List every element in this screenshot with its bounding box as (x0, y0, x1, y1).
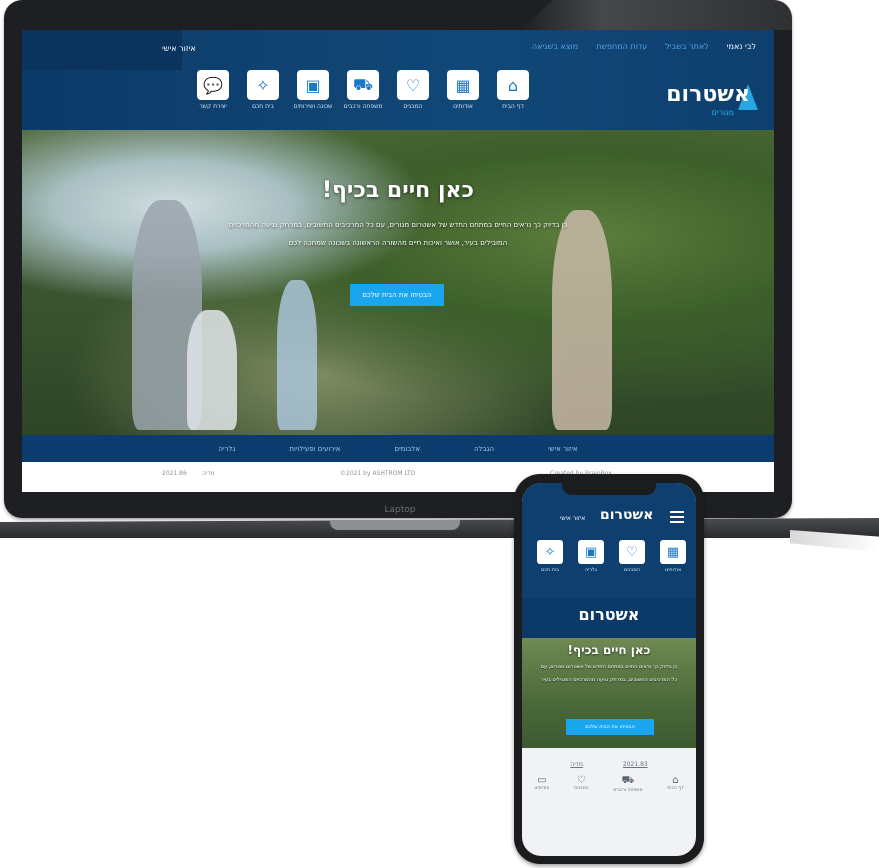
monitor-icon: ▭ (537, 775, 547, 786)
car-icon: ⛟ (621, 775, 635, 786)
hero-cta-button[interactable]: הבטיחו את הבית שלכם (350, 284, 444, 306)
category-label: יצירת קשר (199, 103, 227, 110)
category-icons: ⌂ דף הבית ▦ אודותינו ♡ המבנים ⛟ משפחה ורכבים… (197, 70, 529, 112)
category-neighborhood[interactable]: ▣ שכונה ושירותים (294, 70, 332, 112)
top-nav-item[interactable]: לבי נאמי (727, 42, 756, 58)
login-link[interactable]: איזור אישי (162, 44, 196, 53)
newspaper-icon: ▦ (447, 70, 479, 100)
footer-link[interactable]: 2021.86 (162, 470, 187, 477)
hero-title: כאן חיים בכיף! (322, 178, 474, 203)
top-nav: לבי נאמי לאתר בשביל עדות המחפשת מוצא בשג… (532, 42, 756, 58)
phone-category-icons: ▦ אודותינו ♡ המבנים ▣ גלריה ✧ בית חכם (536, 540, 687, 573)
phone-hero-text: כן בדיוק כך נראים החיים במתחם החדש של אש… (540, 664, 678, 683)
phone-category-gallery[interactable]: ▣ גלריה (577, 540, 605, 573)
category-family[interactable]: ⛟ משפחה ורכבים (344, 70, 382, 112)
hero-text: כן בדיוק כך נראים החיים במתחם החדש של אש… (228, 221, 568, 247)
hero-person (187, 310, 237, 430)
phone-tab-family[interactable]: ⛟ משפחה ורכבים (613, 775, 642, 803)
phone-links: מדיה 2021.83 (522, 761, 696, 768)
heart-icon: ♡ (397, 70, 429, 100)
category-label: המבנים (403, 103, 423, 110)
category-buildings[interactable]: ♡ המבנים (397, 70, 429, 112)
top-nav-item[interactable]: לאתר בשביל (665, 42, 708, 58)
laptop-hinge (330, 520, 460, 530)
tab-label: אודותינו (534, 786, 550, 791)
category-label: אודותינו (453, 103, 473, 110)
building-icon: ▣ (578, 540, 604, 564)
phone-hero-title: כאן חיים בכיף! (567, 643, 651, 657)
phone-tab-buildings[interactable]: ♡ המבנים (574, 775, 588, 803)
header-shade (22, 30, 182, 70)
phone-hero-cta-button[interactable]: הבטיחו את הבית שלכם (566, 719, 654, 735)
site-header: לבי נאמי לאתר בשביל עדות המחפשת מוצא בשג… (22, 30, 774, 130)
phone-category-about[interactable]: ▦ אודותינו (659, 540, 687, 573)
category-label: בית חכם (540, 567, 560, 573)
phone-category-smart-home[interactable]: ✧ בית חכם (536, 540, 564, 573)
logo-subtext: מגורים (711, 108, 734, 117)
laptop-label: Laptop (384, 505, 416, 515)
phone-login-link[interactable]: איזור אישי (560, 515, 585, 522)
footer-nav-item[interactable]: הגבלה (474, 445, 494, 453)
phone-link[interactable]: מדיה (570, 761, 583, 768)
footer-nav-item[interactable]: איזור אישי (548, 445, 578, 453)
sparkle-icon: ✧ (247, 70, 279, 100)
car-icon: ⛟ (347, 70, 379, 100)
home-icon: ⌂ (497, 70, 529, 100)
category-home[interactable]: ⌂ דף הבית (497, 70, 529, 112)
logo-text: אשטרום (666, 82, 750, 107)
category-label: דף הבית (502, 103, 524, 110)
category-label: גלריה (584, 567, 598, 573)
hero-image (22, 130, 774, 435)
hero-person (277, 280, 317, 430)
laptop-screen: לבי נאמי לאתר בשביל עדות המחפשת מוצא בשג… (22, 30, 774, 492)
phone-notch (562, 483, 656, 495)
category-label: שכונה ושירותים (293, 103, 333, 110)
footer-nav-item[interactable]: אירועים ופעילויות (289, 445, 340, 453)
footer-nav: איזור אישי הגבלה אלבומים אירועים ופעילוי… (22, 435, 774, 462)
category-label: משפחה ורכבים (343, 103, 383, 110)
chat-icon: 💬 (197, 70, 229, 100)
category-smart-home[interactable]: ✧ בית חכם (247, 70, 279, 112)
phone-logo-large: אשטרום (578, 605, 640, 624)
category-contact[interactable]: 💬 יצירת קשר (197, 70, 229, 112)
phone-screen: איזור אישי אשטרום ▦ אודותינו ♡ המבנים ▣ גלר… (522, 483, 696, 856)
phone-tab-bar: ⌂ דף הבית ⛟ משפחה ורכבים ♡ המבנים ▭ אודותינו (522, 775, 696, 803)
building-icon: ▣ (297, 70, 329, 100)
category-about[interactable]: ▦ אודותינו (447, 70, 479, 112)
phone-tab-about[interactable]: ▭ אודותינו (534, 775, 549, 803)
footer-nav-item[interactable]: גלריה (218, 445, 235, 453)
heart-icon: ♡ (576, 775, 586, 786)
category-label: המבנים (624, 567, 640, 573)
newspaper-icon: ▦ (660, 540, 686, 564)
category-label: בית חכם (252, 103, 274, 110)
phone-link[interactable]: 2021.83 (623, 761, 648, 768)
category-label: אודותינו (664, 567, 682, 573)
heart-icon: ♡ (619, 540, 645, 564)
tab-label: משפחה ורכבים (613, 788, 643, 793)
top-nav-item[interactable]: עדות המחפשת (596, 42, 647, 58)
footer-nav-item[interactable]: אלבומים (394, 445, 420, 453)
sparkle-icon: ✧ (537, 540, 563, 564)
phone-category-buildings[interactable]: ♡ המבנים (618, 540, 646, 573)
tab-label: דף הבית (667, 786, 684, 791)
copyright-text: ©2021 by ASHTROM LTD (340, 470, 416, 477)
phone-logo[interactable]: אשטרום (600, 507, 653, 523)
phone-tab-home[interactable]: ⌂ דף הבית (667, 775, 683, 803)
screen-reflection (520, 0, 792, 30)
top-nav-item[interactable]: מוצא בשגיאה (532, 42, 578, 58)
tab-label: המבנים (574, 786, 589, 791)
site-logo[interactable]: אשטרום מגורים (660, 82, 758, 122)
home-icon: ⌂ (672, 775, 679, 786)
hamburger-menu-icon[interactable] (670, 511, 684, 523)
footer-link[interactable]: מדיה (202, 470, 215, 477)
